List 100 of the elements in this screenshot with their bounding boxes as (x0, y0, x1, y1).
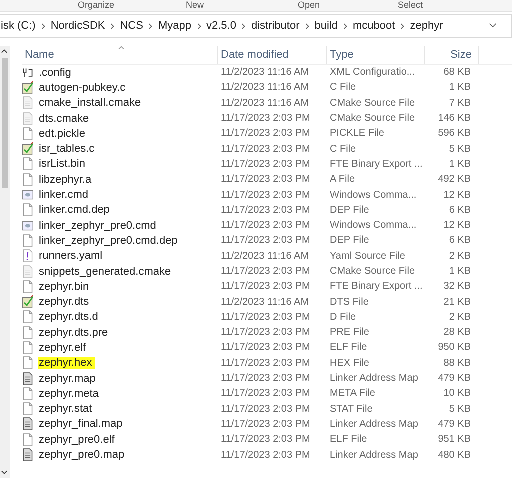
size-cell-text: 479 KB (437, 418, 472, 430)
type-cell-text: CMake Source File (329, 113, 416, 124)
scroll-down-icon[interactable] (1, 470, 8, 475)
size-cell-text: 5 KB (448, 404, 472, 415)
file-name[interactable]: .config (38, 66, 74, 79)
breadcrumb[interactable]: build (314, 20, 338, 32)
type-cell-text: DEP File (329, 204, 370, 216)
file-name[interactable]: edt.pickle (38, 128, 88, 140)
date-cell-text: 11/17/2023 2:03 PM (220, 358, 312, 369)
file-name[interactable]: zephyr.meta (38, 388, 102, 400)
size-cell-text: 1 KB (448, 158, 472, 170)
column-header[interactable]: Size (425, 46, 479, 64)
text-file-icon (22, 112, 34, 126)
chevron-icon (40, 22, 46, 30)
date-cell-text: 11/2/2023 11:16 AM (220, 98, 310, 109)
breadcrumb[interactable]: distributor (251, 20, 300, 32)
file-icon (22, 340, 34, 355)
date-cell-text: 11/2/2023 11:16 AM (220, 82, 310, 94)
date-cell-text: 11/17/2023 2:03 PM (220, 128, 312, 140)
size-cell-text: 88 KB (442, 358, 472, 369)
breadcrumb[interactable]: NordicSDK (50, 20, 106, 32)
scroll-up-icon[interactable] (1, 49, 8, 54)
date-cell-text: 11/17/2023 2:03 PM (220, 113, 312, 124)
date-cell-text: 11/17/2023 2:03 PM (220, 388, 312, 400)
date-cell-text: 11/17/2023 2:03 PM (220, 312, 312, 323)
file-name[interactable]: dts.cmake (38, 112, 92, 125)
date-cell-text: 11/17/2023 2:03 PM (220, 342, 312, 354)
file-name[interactable]: snippets_generated.cmake (38, 266, 174, 278)
size-cell-text: 951 KB (437, 434, 472, 446)
size-cell-text: 28 KB (442, 327, 472, 338)
date-cell-text: 11/17/2023 2:03 PM (220, 373, 312, 384)
file-name[interactable]: runners.yaml (38, 250, 106, 262)
size-cell-text: 12 KB (442, 220, 472, 232)
size-cell-text: 1 KB (448, 266, 472, 277)
text-file-icon (22, 96, 34, 110)
file-icon (22, 203, 34, 218)
address-bar[interactable]: isk (C:) NordicSDK NCS Myapp v2.5.0 distributor build mcuboot zephyr (0, 14, 512, 38)
date-cell-text: 11/17/2023 2:03 PM (220, 327, 312, 338)
size-cell-text: 2 KB (448, 312, 472, 323)
file-name[interactable]: zephyr.hex (38, 357, 96, 370)
file-name[interactable]: zephyr.dts.d (38, 311, 102, 324)
column-header[interactable]: Date modified (218, 46, 327, 64)
type-cell-text: C File (329, 144, 358, 155)
file-icon (22, 234, 34, 248)
type-cell-text: PICKLE File (329, 128, 386, 140)
type-cell-text: ELF File (329, 342, 368, 354)
file-name[interactable]: zephyr.dts (38, 296, 92, 308)
scroll-thumb[interactable] (2, 58, 8, 188)
source-file-icon (22, 80, 34, 95)
breadcrumb[interactable]: isk (C:) (1, 20, 36, 32)
size-cell-text: 6 KB (448, 235, 472, 246)
file-name[interactable]: zephyr_pre0.map (38, 449, 128, 462)
breadcrumb[interactable]: zephyr (410, 20, 444, 32)
breadcrumb[interactable]: v2.5.0 (206, 20, 236, 32)
file-name[interactable]: isr_tables.c (38, 143, 98, 156)
file-name[interactable]: zephyr.bin (38, 280, 92, 293)
file-icon (22, 280, 34, 294)
type-cell-text: DEP File (329, 235, 370, 246)
map-file-icon (22, 372, 34, 386)
file-name[interactable]: isrList.bin (38, 158, 88, 170)
type-cell-text: D File (329, 312, 358, 323)
map-file-icon (22, 448, 34, 462)
size-cell-text: 21 KB (442, 296, 472, 308)
breadcrumb[interactable]: mcuboot (353, 20, 396, 32)
dropdown-caret-icon[interactable] (489, 23, 497, 28)
map-file-icon (22, 417, 34, 432)
date-cell-text: 11/17/2023 2:03 PM (220, 144, 312, 155)
file-name[interactable]: linker.cmd (38, 189, 92, 202)
file-name[interactable]: zephyr.dts.pre (38, 326, 112, 339)
type-cell-text: Windows Comma... (329, 190, 418, 201)
file-name[interactable]: autogen-pubkey.c (38, 82, 129, 94)
file-name[interactable]: zephyr.map (38, 372, 99, 385)
size-cell-text: 1 KB (448, 82, 472, 94)
type-cell-text: Linker Address Map (329, 418, 420, 430)
file-name[interactable]: cmake_install.cmake (38, 97, 144, 110)
file-name[interactable]: linker_zephyr_pre0.cmd.dep (38, 234, 181, 247)
type-cell-text: PRE File (329, 327, 370, 338)
file-name[interactable]: linker.cmd.dep (38, 204, 113, 216)
command-file-icon (22, 218, 34, 233)
size-cell-text: 6 KB (448, 204, 472, 216)
type-cell-text: Yaml Source File (329, 250, 406, 262)
chevron-icon (400, 22, 406, 30)
file-name[interactable]: libzephyr.a (38, 174, 95, 186)
file-name[interactable]: zephyr_final.map (38, 418, 126, 430)
chevron-icon (148, 22, 154, 30)
file-name[interactable]: zephyr_pre0.elf (38, 434, 118, 446)
file-name[interactable]: zephyr.elf (38, 342, 90, 354)
breadcrumb[interactable]: NCS (120, 20, 144, 32)
scrollbar[interactable] (0, 46, 10, 478)
column-header[interactable]: Name (22, 46, 218, 64)
file-icon (22, 386, 34, 401)
date-cell-text: 11/17/2023 2:03 PM (220, 190, 312, 201)
column-header[interactable]: Type (327, 46, 425, 64)
file-name[interactable]: linker_zephyr_pre0.cmd (38, 220, 160, 232)
size-cell-text: 5 KB (448, 144, 472, 155)
ribbon-group-label: Select (398, 0, 424, 11)
breadcrumb[interactable]: Myapp (158, 20, 192, 32)
source-file-icon (22, 142, 34, 156)
date-cell-text: 11/17/2023 2:03 PM (220, 204, 312, 216)
file-name[interactable]: zephyr.stat (38, 403, 96, 416)
